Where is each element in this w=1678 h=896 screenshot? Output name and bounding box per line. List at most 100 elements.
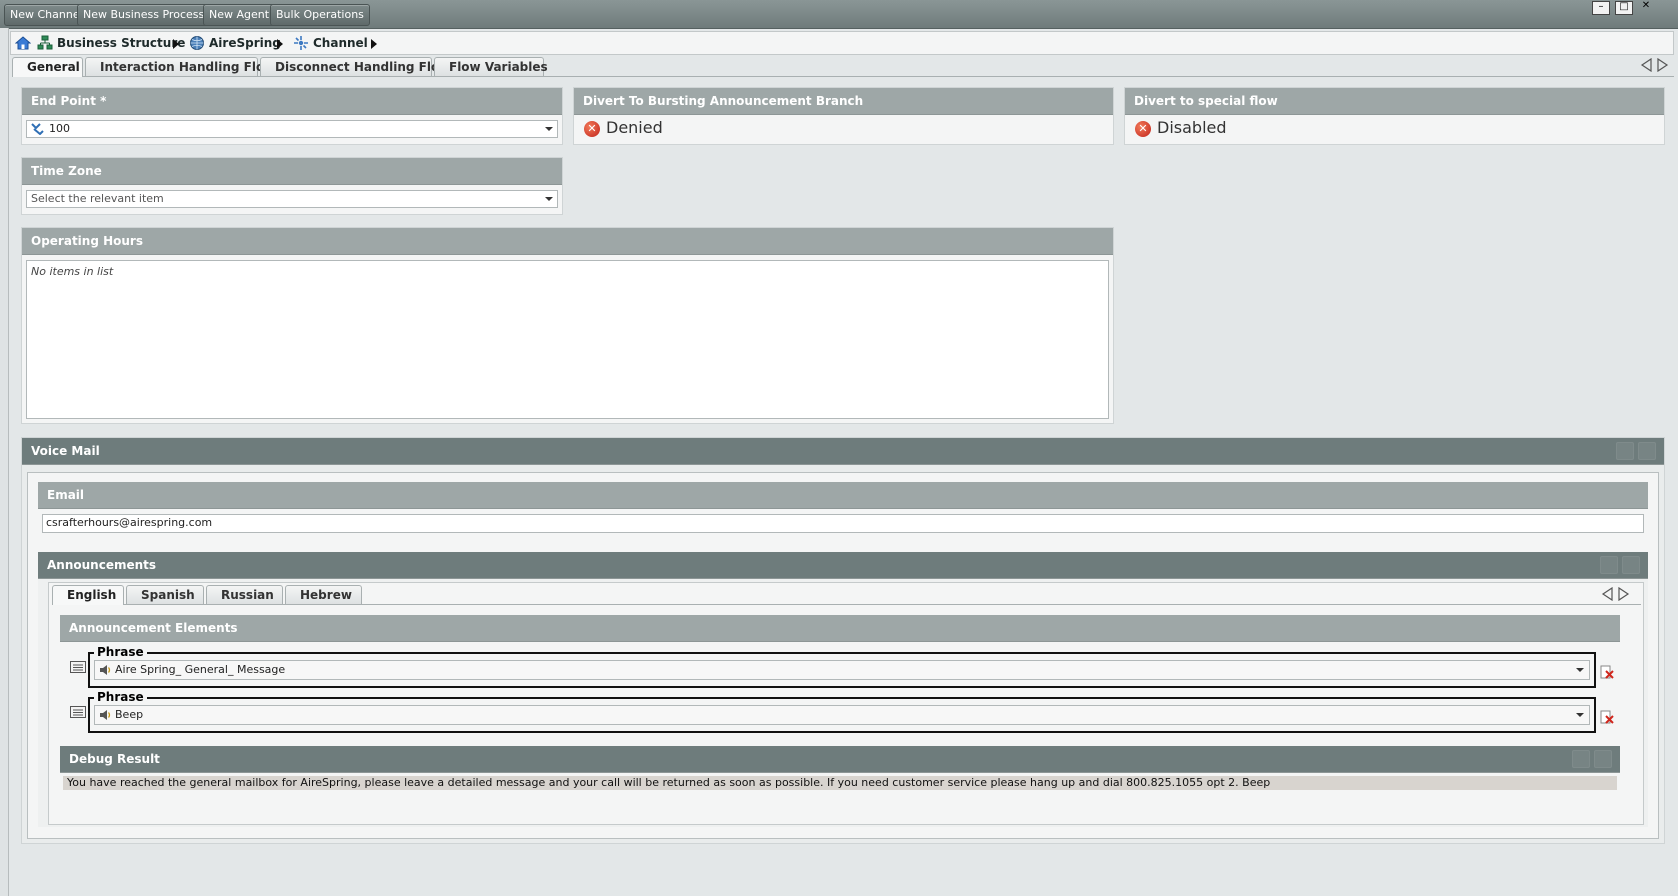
breadcrumb: Business Structure AireSpring Channel [10, 31, 1674, 55]
voice-mail-title: Voice Mail [31, 444, 100, 458]
announcements-header: Announcements [38, 552, 1648, 579]
scroll-left-icon [1640, 58, 1652, 72]
announcement-elements-label: Announcement Elements [60, 615, 1620, 642]
speaker-icon [100, 665, 111, 675]
remove-icon[interactable] [1594, 750, 1612, 768]
end-point-select[interactable]: 100 [26, 120, 558, 138]
phrase-value: Aire Spring_ General_ Message [115, 663, 286, 676]
email-panel: Email csrafterhours@airespring.com [38, 482, 1648, 540]
breadcrumb-business-structure[interactable]: Business Structure [57, 36, 185, 50]
scroll-right-icon [1618, 587, 1630, 601]
scroll-left-icon [1601, 587, 1613, 601]
top-toolbar: New Channel New Business Process New Age… [0, 0, 1678, 29]
tab-scroll-arrows[interactable] [1640, 58, 1670, 72]
divert-special-status: ✕ Disabled [1135, 118, 1227, 137]
copy-icon[interactable] [1572, 750, 1590, 768]
voice-mail-label: Voice Mail [22, 438, 1664, 465]
new-business-process-button[interactable]: New Business Process [77, 4, 211, 26]
disabled-icon: ✕ [1135, 120, 1151, 137]
announcements-title: Announcements [47, 558, 157, 572]
minimize-button[interactable]: – [1592, 1, 1610, 15]
phrase-select[interactable]: Beep [94, 705, 1590, 725]
time-zone-select[interactable]: Select the relevant item [26, 190, 558, 208]
tab-general[interactable]: General [12, 57, 83, 77]
phrase-select[interactable]: Aire Spring_ General_ Message [94, 660, 1590, 680]
phrase-value: Beep [115, 708, 144, 721]
operating-hours-label: Operating Hours [22, 228, 1113, 255]
email-field[interactable]: csrafterhours@airespring.com [42, 514, 1644, 533]
tab-divider [83, 76, 1674, 77]
copy-icon[interactable] [1600, 556, 1618, 574]
end-point-panel: End Point * 100 [21, 87, 563, 145]
tab-interaction-handling-flow[interactable]: Interaction Handling Flow [85, 57, 275, 76]
divert-bursting-panel: Divert To Bursting Announcement Branch ✕… [573, 87, 1114, 145]
new-channel-button[interactable]: New Channel [4, 4, 89, 26]
tab-russian[interactable]: Russian [206, 585, 283, 604]
bulk-operations-button[interactable]: Bulk Operations [270, 4, 370, 26]
divert-special-status-text: Disabled [1157, 118, 1227, 137]
close-button[interactable]: ✕ [1638, 1, 1654, 13]
channel-icon [294, 36, 308, 50]
end-point-value: 100 [49, 122, 70, 135]
phrase-frame: Phrase Beep [88, 691, 1596, 733]
delete-phrase-icon[interactable] [1600, 710, 1614, 724]
chevron-down-icon[interactable] [545, 127, 553, 131]
remove-icon[interactable] [1638, 442, 1656, 460]
breadcrumb-arrow-icon [277, 39, 283, 49]
operating-hours-empty-text: No items in list [31, 265, 114, 278]
new-agent-button[interactable]: New Agent [203, 4, 276, 26]
remove-icon[interactable] [1622, 556, 1640, 574]
business-structure-icon [37, 35, 53, 50]
drag-handle-icon[interactable] [70, 661, 86, 673]
copy-icon[interactable] [1616, 442, 1634, 460]
delete-phrase-icon[interactable] [1600, 665, 1614, 679]
globe-icon [190, 36, 204, 50]
end-point-label: End Point * [22, 88, 562, 115]
tab-hebrew[interactable]: Hebrew [285, 585, 362, 604]
voice-mail-panel: Voice Mail Email csrafterhours@airesprin… [21, 437, 1665, 844]
tab-disconnect-handling-flow[interactable]: Disconnect Handling Flow [260, 57, 450, 76]
chevron-down-icon[interactable] [545, 197, 553, 201]
phrase-legend: Phrase [94, 691, 147, 703]
language-tab-scroll-arrows[interactable] [1601, 587, 1631, 601]
time-zone-panel: Time Zone Select the relevant item [21, 157, 563, 215]
time-zone-label: Time Zone [22, 158, 562, 185]
announcements-body: English Spanish Russian Hebrew Announcem… [48, 582, 1644, 825]
debug-result-header: Debug Result [60, 746, 1620, 773]
tab-english[interactable]: English [52, 585, 124, 605]
breadcrumb-arrow-icon [173, 39, 179, 49]
phrase-frame: Phrase Aire Spring_ General_ Message [88, 646, 1596, 688]
breadcrumb-arrow-icon [371, 39, 377, 49]
speaker-icon [100, 710, 111, 720]
divert-special-label: Divert to special flow [1125, 88, 1664, 115]
denied-icon: ✕ [584, 120, 600, 137]
operating-hours-list[interactable]: No items in list [26, 260, 1109, 419]
email-label: Email [38, 482, 1648, 509]
announcement-elements-panel: Announcement Elements Phrase Aire Spring… [60, 615, 1620, 747]
divert-special-panel: Divert to special flow ✕ Disabled [1124, 87, 1665, 145]
chevron-down-icon[interactable] [1576, 713, 1584, 717]
language-tab-divider [124, 604, 1641, 605]
left-edge [0, 28, 9, 896]
chevron-down-icon[interactable] [1576, 668, 1584, 672]
debug-result-text: You have reached the general mailbox for… [63, 776, 1617, 790]
maximize-button[interactable]: □ [1615, 1, 1633, 15]
phrase-legend: Phrase [94, 646, 147, 658]
time-zone-placeholder: Select the relevant item [31, 192, 164, 205]
operating-hours-panel: Operating Hours No items in list [21, 227, 1114, 424]
breadcrumb-channel[interactable]: Channel [313, 36, 368, 50]
scroll-right-icon [1657, 58, 1669, 72]
tab-flow-variables[interactable]: Flow Variables [434, 57, 548, 76]
announcements-panel: Announcements English Spanish Russian He… [38, 552, 1648, 827]
divert-bursting-status: ✕ Denied [584, 118, 663, 137]
tab-spanish[interactable]: Spanish [126, 585, 204, 604]
debug-result-panel: Debug Result You have reached the genera… [60, 746, 1620, 801]
debug-result-title: Debug Result [69, 752, 160, 766]
home-icon[interactable] [15, 35, 31, 51]
divert-bursting-status-text: Denied [606, 118, 663, 137]
voice-mail-body: Email csrafterhours@airespring.com Annou… [27, 472, 1659, 839]
divert-bursting-label: Divert To Bursting Announcement Branch [574, 88, 1113, 115]
breadcrumb-airespring[interactable]: AireSpring [209, 36, 281, 50]
drag-handle-icon[interactable] [70, 706, 86, 718]
phone-endpoint-icon [31, 123, 44, 135]
